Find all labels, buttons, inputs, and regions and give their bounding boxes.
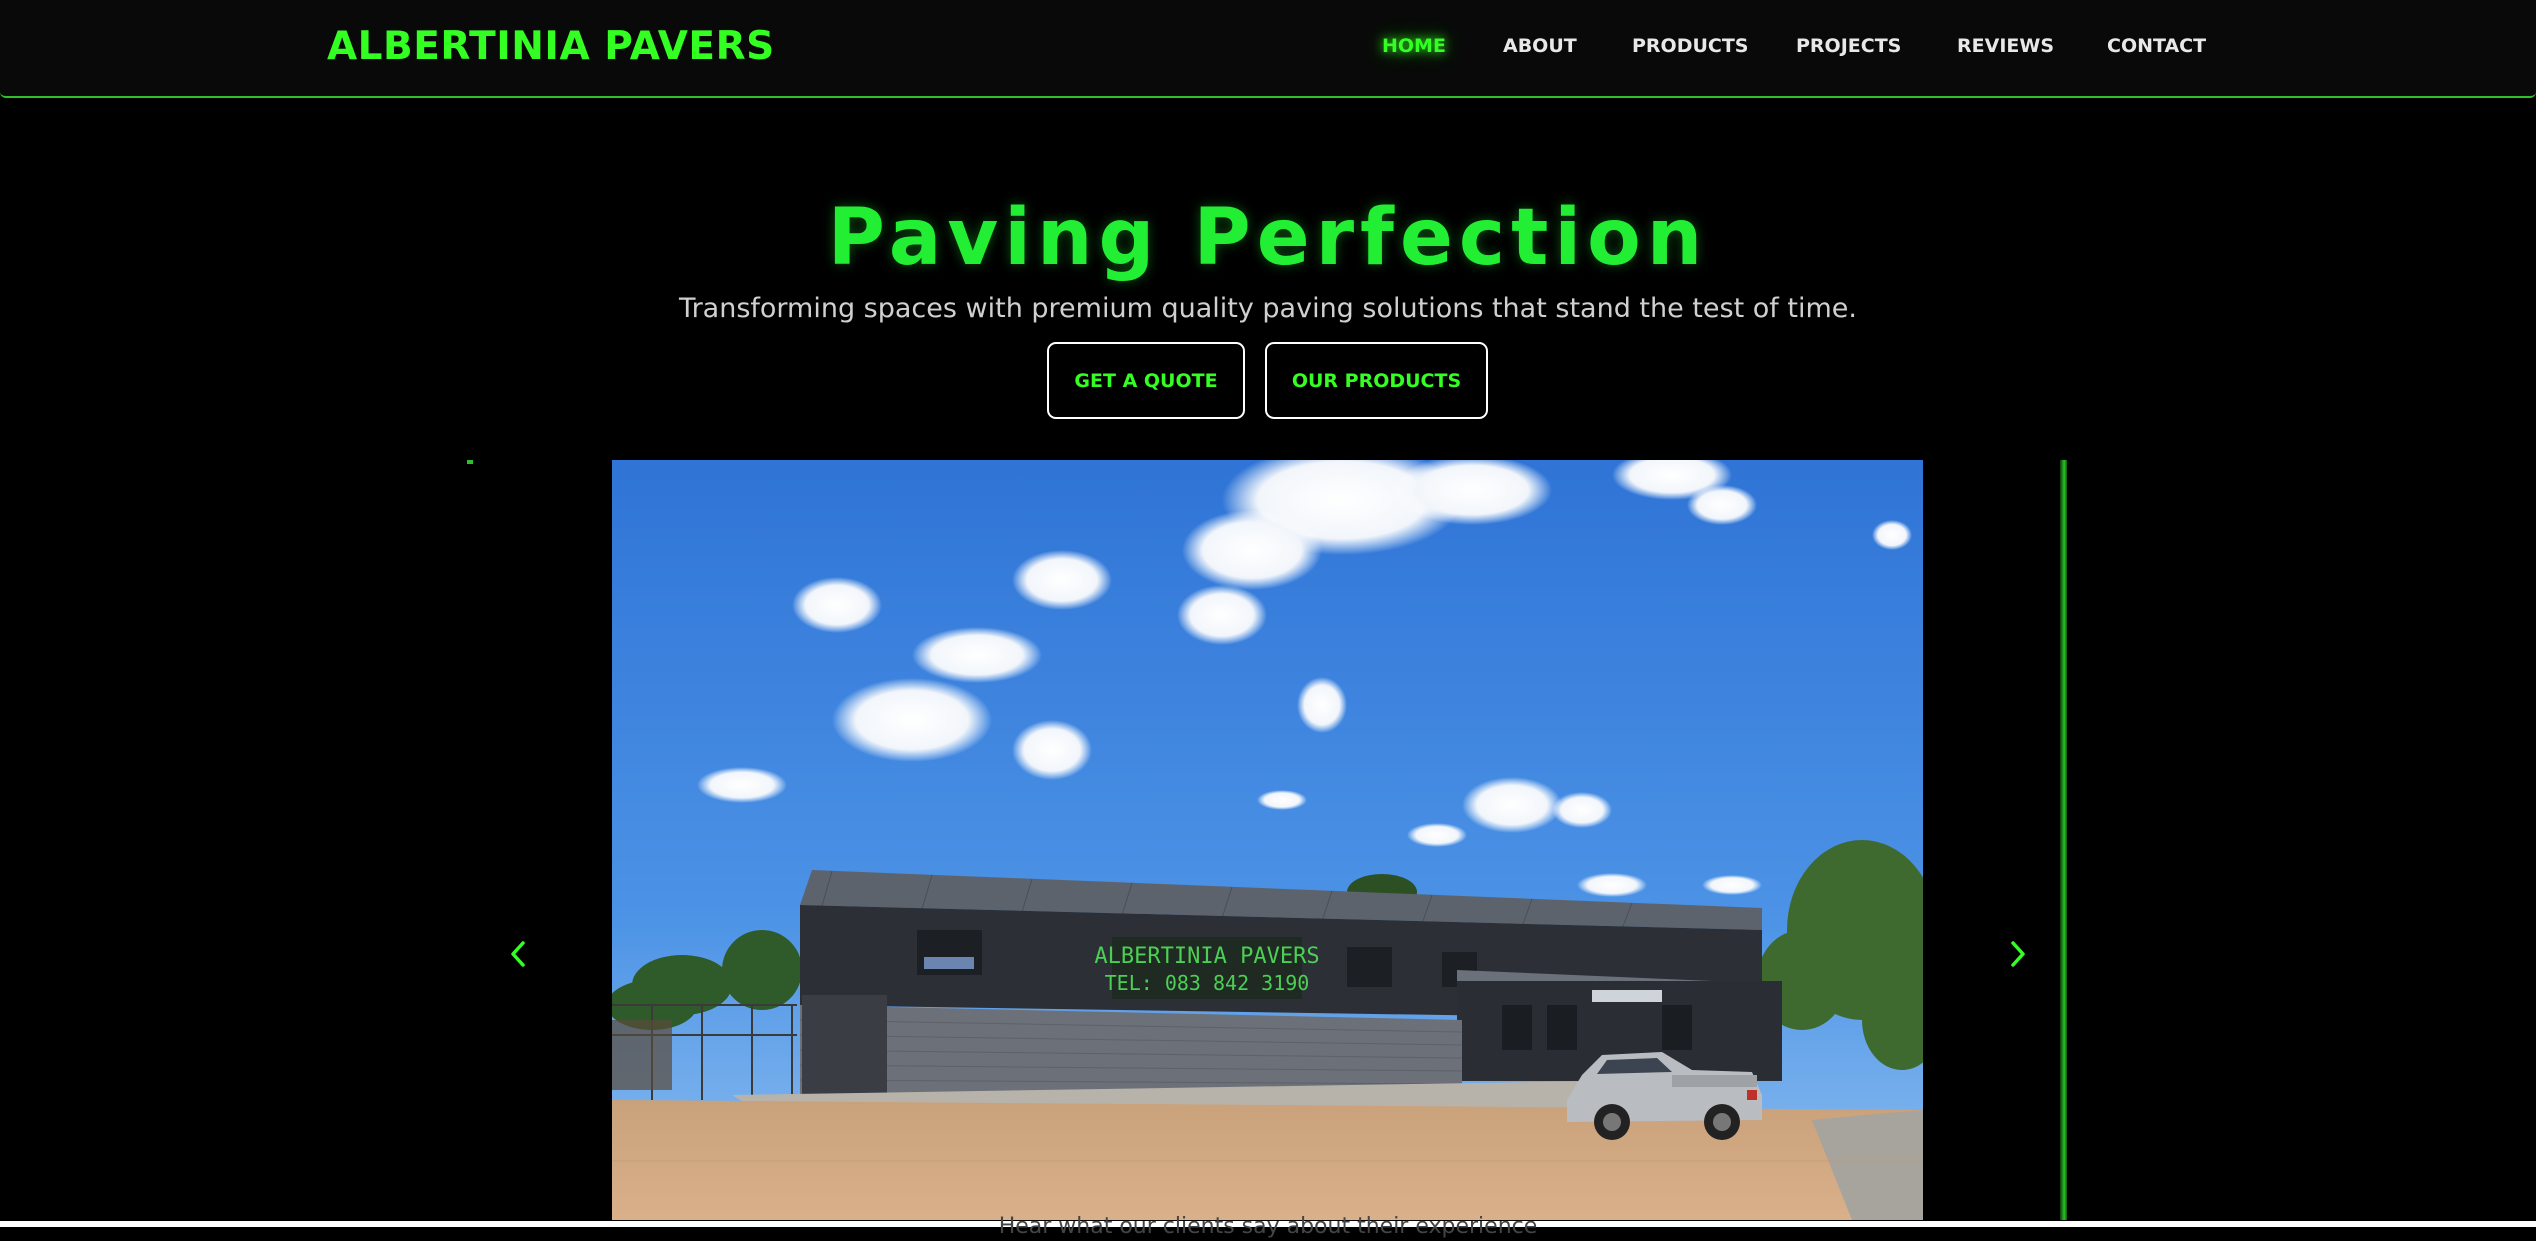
sign-line-1: ALBERTINIA PAVERS bbox=[1094, 944, 1319, 969]
nav-link-about[interactable]: ABOUT bbox=[1503, 32, 1577, 60]
hero-title: Paving Perfection bbox=[827, 193, 1709, 284]
nav-link-home[interactable]: HOME bbox=[1382, 32, 1446, 60]
chevron-right-icon bbox=[2011, 941, 2025, 967]
reviews-intro-text: Hear what our clients say about their ex… bbox=[998, 1214, 1538, 1239]
nav-link-products[interactable]: PRODUCTS bbox=[1632, 32, 1749, 60]
slide-image-warehouse: ALBERTINIA PAVERS TEL: 083 842 3190 bbox=[612, 460, 1923, 1220]
warehouse-photo: ALBERTINIA PAVERS TEL: 083 842 3190 bbox=[612, 460, 1923, 1220]
our-products-button[interactable]: OUR PRODUCTS bbox=[1265, 342, 1488, 419]
slider-prev-button[interactable] bbox=[503, 936, 533, 972]
slider-accent-corner bbox=[467, 460, 473, 464]
get-quote-button[interactable]: GET A QUOTE bbox=[1047, 342, 1245, 419]
nav-link-contact[interactable]: CONTACT bbox=[2107, 32, 2206, 60]
site-header: ALBERTINIA PAVERS HOME ABOUT PRODUCTS PR… bbox=[0, 0, 2536, 98]
hero-subtitle: Transforming spaces with premium quality… bbox=[679, 293, 1857, 324]
slider-next-button[interactable] bbox=[2003, 936, 2033, 972]
chevron-left-icon bbox=[511, 941, 525, 967]
nav-link-reviews[interactable]: REVIEWS bbox=[1957, 32, 2054, 60]
nav-link-projects[interactable]: PROJECTS bbox=[1796, 32, 1901, 60]
slider-accent-edge bbox=[2060, 460, 2067, 1220]
sign-line-2: TEL: 083 842 3190 bbox=[1105, 971, 1310, 995]
site-logo[interactable]: ALBERTINIA PAVERS bbox=[327, 22, 775, 72]
